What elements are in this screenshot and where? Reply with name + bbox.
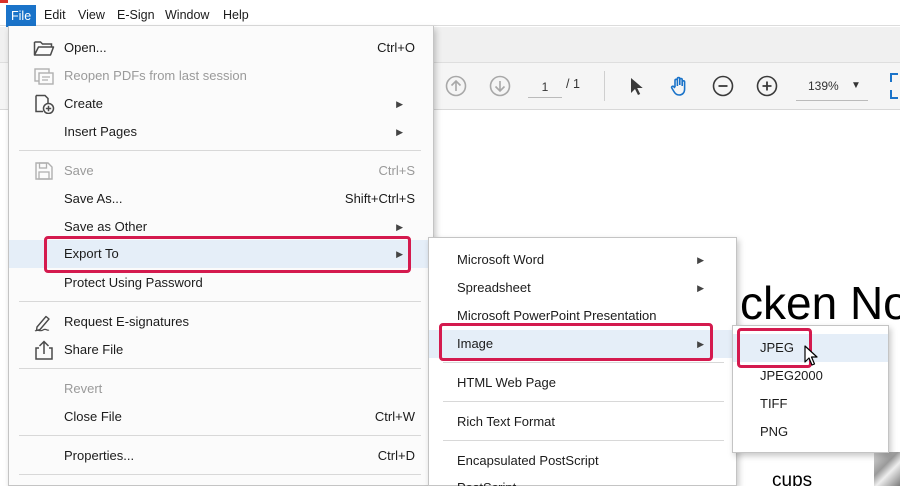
menu-item-save-as[interactable]: Save As... Shift+Ctrl+S <box>9 185 433 213</box>
menu-file[interactable]: File <box>6 5 37 27</box>
menu-separator <box>19 150 421 151</box>
app-logo-mark <box>0 0 8 3</box>
menu-item-microsoft-word[interactable]: Microsoft Word ▶ <box>429 246 736 274</box>
page-number-input[interactable] <box>528 76 562 98</box>
chevron-down-icon: ▼ <box>851 80 861 91</box>
esign-pen-icon <box>33 312 55 332</box>
document-heading: cken No <box>740 277 900 329</box>
submenu-arrow-icon: ▶ <box>697 283 704 293</box>
menu-item-label: Spreadsheet <box>457 280 531 295</box>
menu-item-protect-password[interactable]: Protect Using Password <box>9 269 433 297</box>
menu-item-label: Insert Pages <box>64 124 137 139</box>
menu-item-label: Close File <box>64 409 122 424</box>
menu-item-properties[interactable]: Properties... Ctrl+D <box>9 442 433 470</box>
document-photo <box>874 452 900 486</box>
menu-item-request-esignatures[interactable]: Request E-signatures <box>9 308 433 336</box>
menu-item-html-web-page[interactable]: HTML Web Page <box>429 369 736 397</box>
menu-bar: File Edit View E-Sign Window Help <box>0 0 900 27</box>
menu-item-reopen-pdfs[interactable]: Reopen PDFs from last session <box>9 62 433 90</box>
zoom-level-select[interactable]: 139% ▼ <box>796 76 868 101</box>
menu-item-label: Create <box>64 96 104 111</box>
menu-separator <box>443 362 724 363</box>
create-icon <box>33 94 55 114</box>
next-page-icon[interactable] <box>489 75 511 97</box>
highlight-box-jpeg <box>737 328 812 368</box>
menu-item-label: Reopen PDFs from last session <box>64 68 247 83</box>
select-cursor-icon[interactable] <box>625 75 647 97</box>
open-folder-icon <box>33 38 55 58</box>
menu-esign[interactable]: E-Sign <box>112 5 160 25</box>
mouse-cursor-icon <box>804 345 818 367</box>
menu-item-label: TIFF <box>760 396 788 411</box>
menu-item-postscript[interactable]: PostScript <box>429 474 736 486</box>
toolbar-divider <box>604 71 605 101</box>
menu-item-label: Open... <box>64 40 107 55</box>
menu-item-tiff[interactable]: TIFF <box>733 390 888 418</box>
menu-separator <box>443 440 724 441</box>
highlight-box-export-to <box>44 236 411 273</box>
menu-window[interactable]: Window <box>160 5 214 25</box>
menu-item-share-file[interactable]: Share File <box>9 336 433 364</box>
share-icon <box>33 340 55 360</box>
highlight-box-image <box>439 323 713 361</box>
menu-edit[interactable]: Edit <box>39 5 71 25</box>
hand-tool-icon[interactable] <box>668 75 690 97</box>
menu-item-close-file[interactable]: Close File Ctrl+W <box>9 403 433 431</box>
shortcut-label: Ctrl+O <box>377 40 415 55</box>
reopen-icon <box>33 66 55 86</box>
submenu-arrow-icon: ▶ <box>396 99 403 109</box>
menu-item-label: Microsoft Word <box>457 252 545 267</box>
document-subheading: cups <box>772 470 813 486</box>
menu-item-label: Save As... <box>64 191 123 206</box>
menu-item-label: PNG <box>760 424 789 439</box>
menu-separator <box>19 474 421 475</box>
shortcut-label: Ctrl+W <box>374 409 415 424</box>
submenu-arrow-icon: ▶ <box>396 127 403 137</box>
menu-item-spreadsheet[interactable]: Spreadsheet ▶ <box>429 274 736 302</box>
menu-item-label: Save <box>64 163 94 178</box>
submenu-arrow-icon: ▶ <box>697 255 704 265</box>
zoom-in-icon[interactable] <box>756 75 778 97</box>
shortcut-label: Shift+Ctrl+S <box>344 191 415 206</box>
menu-item-save[interactable]: Save Ctrl+S <box>9 157 433 185</box>
menu-item-label: PostScript <box>457 474 516 486</box>
menu-item-rich-text-format[interactable]: Rich Text Format <box>429 408 736 436</box>
export-to-submenu: Microsoft Word ▶ Spreadsheet ▶ Microsoft… <box>428 237 737 486</box>
menu-item-encapsulated-postscript[interactable]: Encapsulated PostScript <box>429 447 736 475</box>
menu-separator <box>19 301 421 302</box>
menu-item-create[interactable]: Create ▶ <box>9 90 433 118</box>
zoom-out-icon[interactable] <box>712 75 734 97</box>
fit-page-icon[interactable] <box>888 73 900 99</box>
menu-item-revert[interactable]: Revert <box>9 375 433 403</box>
menu-item-label: Share File <box>64 342 124 357</box>
menu-item-label: Protect Using Password <box>64 275 203 290</box>
menu-separator <box>443 401 724 402</box>
zoom-value: 139% <box>808 79 839 93</box>
menu-item-label: Revert <box>64 381 103 396</box>
save-icon <box>33 161 55 181</box>
menu-item-png[interactable]: PNG <box>733 418 888 446</box>
previous-page-icon[interactable] <box>445 75 467 97</box>
menu-item-insert-pages[interactable]: Insert Pages ▶ <box>9 118 433 146</box>
menu-help[interactable]: Help <box>218 5 254 25</box>
menu-item-label: HTML Web Page <box>457 375 556 390</box>
menu-item-label: Request E-signatures <box>64 314 190 329</box>
menu-separator <box>19 435 421 436</box>
menu-view[interactable]: View <box>73 5 110 25</box>
menu-item-open[interactable]: Open... Ctrl+O <box>9 34 433 62</box>
shortcut-label: Ctrl+D <box>377 448 415 463</box>
page-total-label: / 1 <box>566 77 580 91</box>
menu-separator <box>19 368 421 369</box>
menu-item-label: Properties... <box>64 448 135 463</box>
menu-item-label: Encapsulated PostScript <box>457 453 599 468</box>
shortcut-label: Ctrl+S <box>378 163 415 178</box>
menu-item-label: Rich Text Format <box>457 414 556 429</box>
